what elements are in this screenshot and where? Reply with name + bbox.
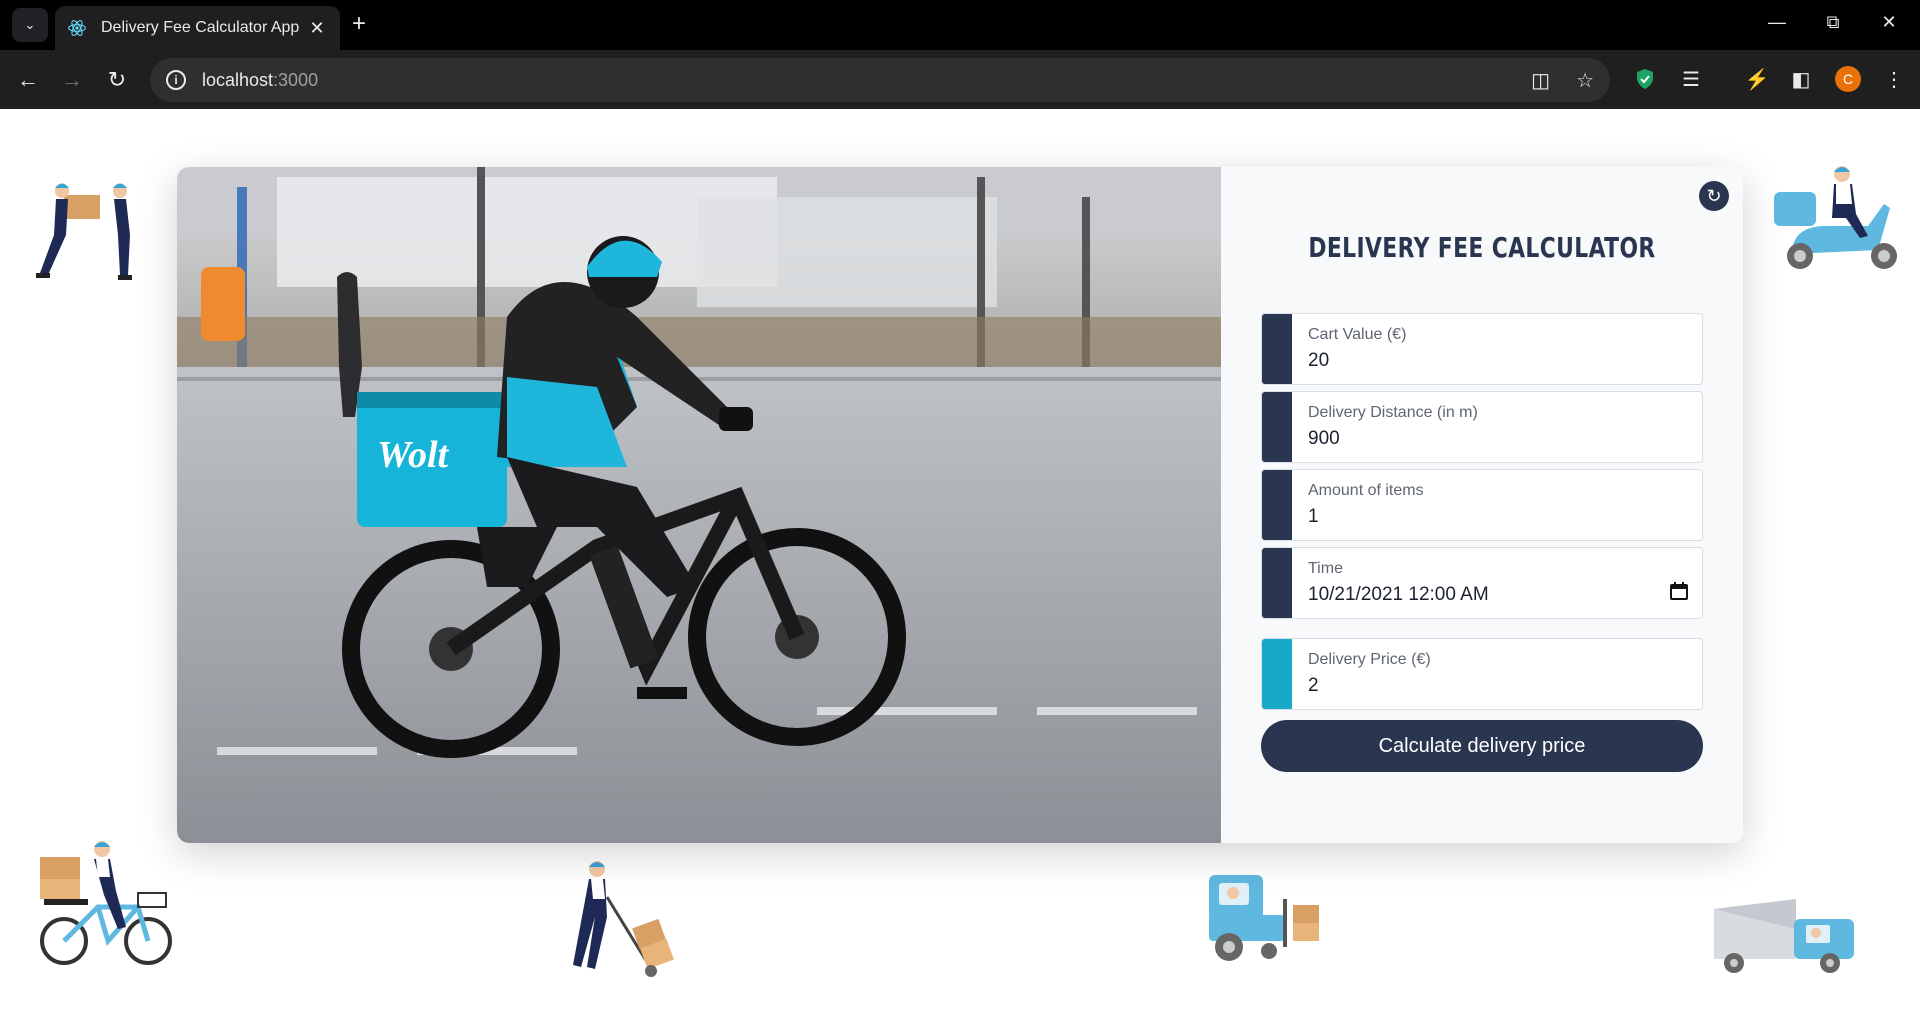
calculate-delivery-price-button[interactable]: Calculate delivery price [1261, 720, 1703, 772]
restore-button[interactable]: ⧉ [1821, 12, 1845, 33]
site-info-icon[interactable]: i [166, 70, 186, 90]
address-bar[interactable]: i localhost:3000 ◫ ☆ [150, 58, 1610, 102]
browser-toolbar: ← → ↻ i localhost:3000 ◫ ☆ ☰ ⚡ ◧ ⋮ [0, 50, 1920, 109]
profile-avatar[interactable]: C [1835, 66, 1861, 92]
field-accent-bar [1262, 470, 1292, 540]
shield-extension-icon[interactable] [1630, 64, 1660, 94]
close-window-button[interactable]: ✕ [1877, 12, 1901, 33]
page-body: Wolt ↻ DELIVERY FEE CALCULATOR Cart Valu… [0, 109, 1920, 1013]
minimize-button[interactable]: — [1765, 12, 1789, 33]
cart-value-label: Cart Value (€) [1308, 326, 1407, 343]
bookmark-star-icon[interactable]: ☆ [1576, 68, 1594, 93]
time-label: Time [1308, 560, 1343, 577]
amount-of-items-label: Amount of items [1308, 482, 1424, 499]
field-accent-bar [1262, 392, 1292, 462]
hand-truck-mover-illustration [573, 861, 674, 977]
side-panel-icon[interactable]: ◧ [1786, 64, 1816, 94]
chevron-down-icon: ⌄ [24, 17, 36, 32]
new-tab-button[interactable]: + [352, 12, 366, 36]
time-field[interactable]: Time 10/21/2021 12:00 AM [1261, 547, 1703, 619]
react-logo-icon [68, 20, 86, 36]
tab-search-button[interactable]: ⌄ [12, 8, 48, 42]
field-accent-bar [1262, 314, 1292, 384]
cart-value-field[interactable]: Cart Value (€) 20 [1261, 313, 1703, 385]
calculator-card: Wolt ↻ DELIVERY FEE CALCULATOR Cart Valu… [177, 167, 1743, 843]
performance-icon[interactable]: ⚡ [1742, 64, 1772, 94]
amount-of-items-input[interactable]: 1 [1308, 506, 1686, 528]
field-content: Delivery Distance (in m) 900 [1292, 392, 1702, 462]
install-app-icon[interactable]: ◫ [1531, 68, 1550, 93]
active-tab[interactable]: Delivery Fee Calculator App ✕ [55, 6, 340, 50]
cart-value-input[interactable]: 20 [1308, 350, 1686, 372]
delivery-price-value: 2 [1308, 675, 1319, 696]
calculator-panel: ↻ DELIVERY FEE CALCULATOR Cart Value (€)… [1221, 167, 1743, 843]
amount-of-items-field[interactable]: Amount of items 1 [1261, 469, 1703, 541]
tab-strip: ⌄ Delivery Fee Calculator App ✕ + — ⧉ ✕ [0, 0, 1920, 50]
delivery-price-field: Delivery Price (€) 2 [1261, 638, 1703, 710]
field-content: Cart Value (€) 20 [1292, 314, 1702, 384]
menu-kebab-icon[interactable]: ⋮ [1879, 64, 1909, 94]
reset-button[interactable]: ↻ [1699, 181, 1729, 211]
forklift-illustration [1209, 875, 1319, 961]
field-content: Amount of items 1 [1292, 470, 1702, 540]
url-host: localhost [202, 69, 274, 90]
delivery-distance-label: Delivery Distance (in m) [1308, 404, 1478, 421]
calendar-icon[interactable] [1670, 582, 1688, 600]
browser-chrome: ⌄ Delivery Fee Calculator App ✕ + — ⧉ ✕ … [0, 0, 1920, 109]
field-content: Time 10/21/2021 12:00 AM [1292, 548, 1702, 618]
close-tab-icon[interactable]: ✕ [306, 18, 328, 39]
field-accent-bar [1262, 548, 1292, 618]
refresh-icon: ↻ [1706, 185, 1722, 206]
back-button[interactable]: ← [12, 64, 44, 96]
url-port: :3000 [273, 69, 319, 90]
time-input[interactable]: 10/21/2021 12:00 AM [1308, 584, 1686, 606]
field-content: Delivery Price (€) 2 [1292, 639, 1702, 709]
bag-logo-text: Wolt [377, 434, 450, 476]
tab-title: Delivery Fee Calculator App [101, 19, 300, 36]
delivery-distance-input[interactable]: 900 [1308, 428, 1686, 450]
courier-photo: Wolt [177, 167, 1221, 843]
reload-button[interactable]: ↻ [101, 64, 133, 96]
delivery-truck-illustration [1714, 899, 1854, 973]
result-accent-bar [1262, 639, 1292, 709]
extensions-puzzle-icon[interactable]: ☰ [1676, 64, 1706, 94]
wolt-courier-bike-image: Wolt [177, 167, 1221, 843]
forward-button[interactable]: → [56, 64, 88, 96]
delivery-price-label: Delivery Price (€) [1308, 651, 1431, 668]
delivery-distance-field[interactable]: Delivery Distance (in m) 900 [1261, 391, 1703, 463]
cargo-bicycle-courier-illustration [40, 841, 172, 965]
page-title: DELIVERY FEE CALCULATOR [1308, 231, 1656, 264]
two-movers-carrying-box-illustration [36, 183, 132, 280]
scooter-courier-illustration [1774, 166, 1897, 269]
